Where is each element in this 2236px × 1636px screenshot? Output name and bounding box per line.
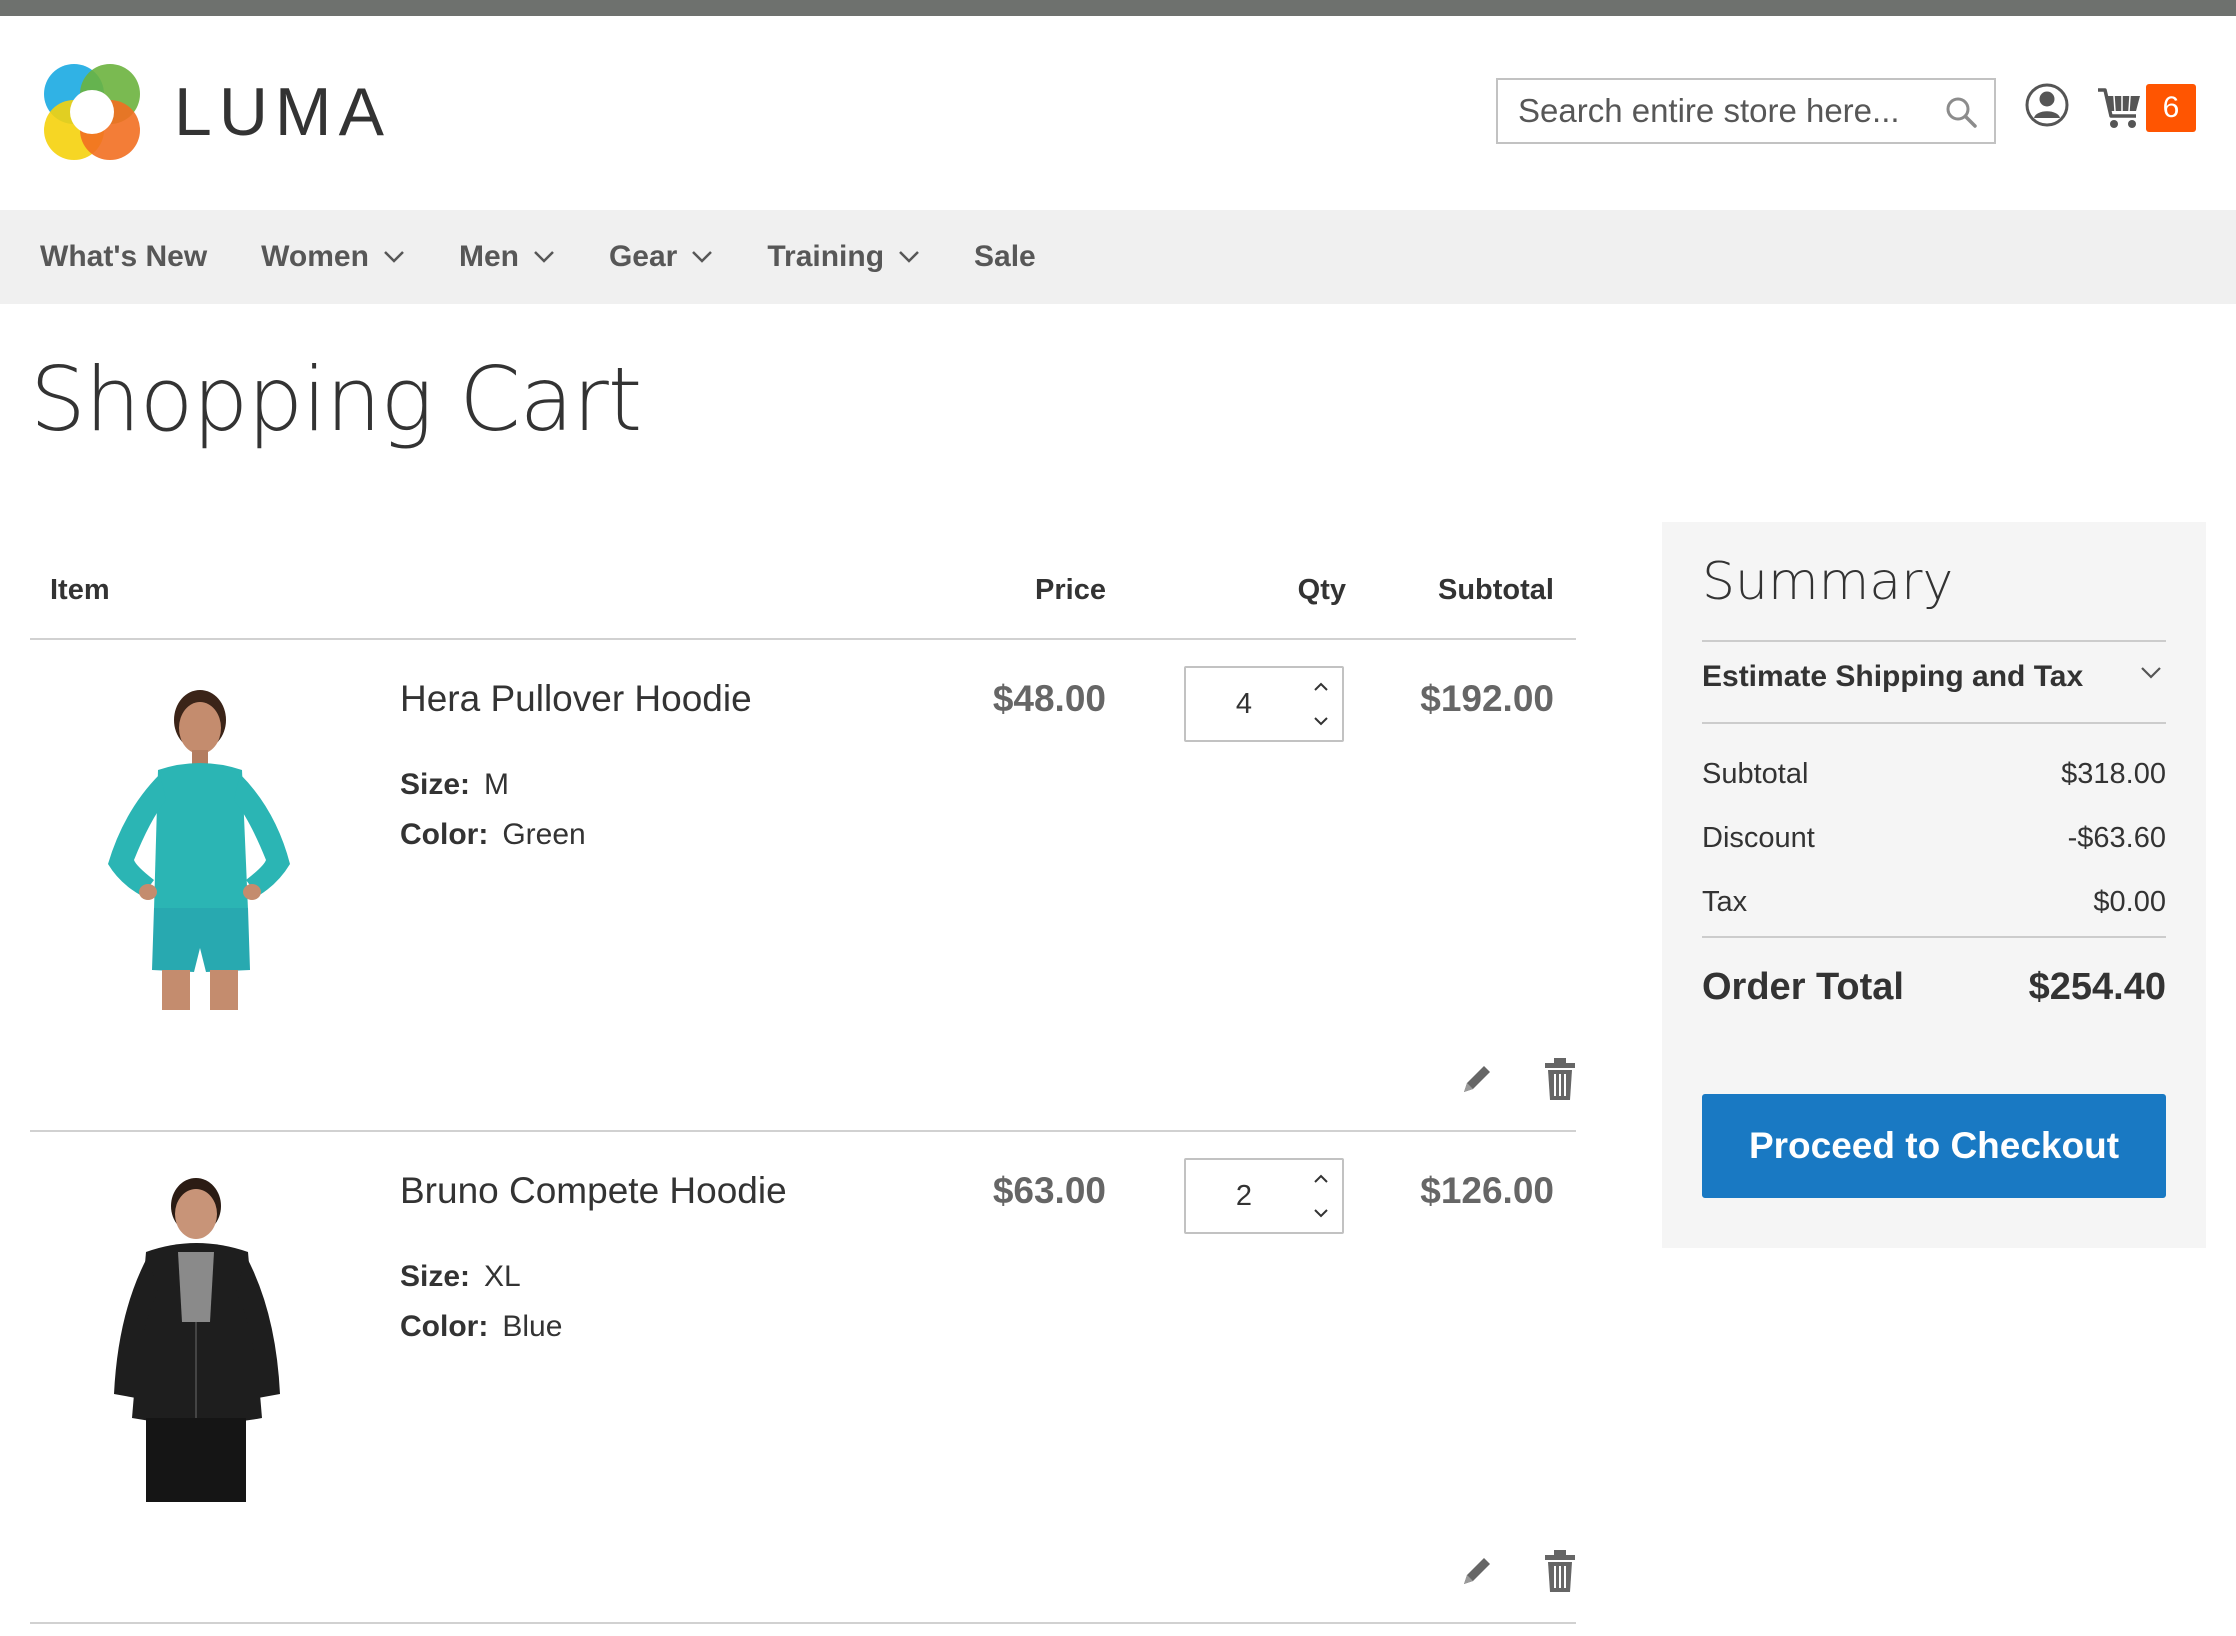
- product-name-link[interactable]: Bruno Compete Hoodie: [400, 1170, 787, 1212]
- cart-item-row: Hera Pullover Hoodie Size: M Color: Green …: [30, 640, 1576, 1132]
- summary-tax-line: Tax $0.00: [1702, 886, 2166, 919]
- estimate-shipping-label: Estimate Shipping and Tax: [1702, 660, 2084, 693]
- estimate-shipping-toggle[interactable]: Estimate Shipping and Tax: [1702, 660, 2166, 694]
- cart-count-badge[interactable]: 6: [2146, 84, 2196, 132]
- cart-icon[interactable]: [2096, 82, 2144, 132]
- item-subtotal: $192.00: [1420, 678, 1554, 719]
- summary-tax-value: $0.00: [2093, 886, 2166, 918]
- nav-item-sale[interactable]: Sale: [974, 240, 1036, 274]
- product-photo-woman-teal-hoodie[interactable]: [62, 680, 322, 1010]
- qty-increment-button[interactable]: [1306, 1164, 1336, 1194]
- divider: [1702, 640, 2166, 642]
- nav-item-label: Gear: [608, 240, 678, 273]
- summary-discount-label: Discount: [1702, 822, 1815, 854]
- nav-item-label: Women: [261, 240, 369, 273]
- product-option-color: Color: Green: [400, 818, 586, 852]
- page-title: Shopping Cart: [30, 348, 642, 451]
- column-header-item: Item: [50, 574, 110, 606]
- product-option-color: Color: Blue: [400, 1310, 562, 1344]
- nav-item-men[interactable]: Men: [459, 240, 555, 274]
- summary-subtotal-value: $318.00: [2061, 758, 2166, 790]
- logo-text: LUMA: [174, 74, 391, 150]
- chevron-down-icon: [2141, 667, 2161, 679]
- nav-item-label: Training: [767, 240, 885, 273]
- edit-pencil-icon[interactable]: [1458, 1060, 1496, 1098]
- nav-item-training[interactable]: Training: [767, 240, 920, 274]
- account-icon[interactable]: [2024, 82, 2070, 128]
- column-header-price: Price: [1035, 574, 1106, 606]
- nav-item-label: What's New: [40, 240, 208, 273]
- order-summary: Summary Estimate Shipping and Tax Subtot…: [1662, 522, 2206, 1248]
- search-icon[interactable]: [1944, 95, 1978, 129]
- nav-item-women[interactable]: Women: [261, 240, 405, 274]
- qty-decrement-button[interactable]: [1306, 1198, 1336, 1228]
- nav-item-whats-new[interactable]: What's New: [40, 240, 207, 274]
- header: LUMA 6: [0, 16, 2236, 210]
- qty-input[interactable]: 2: [1186, 1160, 1302, 1232]
- order-total-line: Order Total $254.40: [1702, 966, 2166, 1009]
- option-label: Color:: [400, 1310, 489, 1343]
- column-header-qty: Qty: [1297, 574, 1346, 606]
- option-value: XL: [484, 1260, 521, 1293]
- option-value: Green: [502, 818, 586, 851]
- qty-increment-button[interactable]: [1306, 672, 1336, 702]
- search-box: [1496, 78, 1996, 144]
- item-price: $48.00: [992, 678, 1106, 719]
- trash-icon[interactable]: [1544, 1550, 1576, 1592]
- edit-pencil-icon[interactable]: [1458, 1552, 1496, 1590]
- option-label: Size:: [400, 1260, 471, 1293]
- summary-subtotal-label: Subtotal: [1702, 758, 1809, 790]
- chevron-down-icon: [384, 251, 404, 263]
- option-value: Blue: [502, 1310, 563, 1343]
- chevron-down-icon: [692, 251, 713, 263]
- summary-title: Summary: [1702, 552, 1954, 612]
- item-price: $63.00: [992, 1170, 1106, 1211]
- qty-stepper: 4: [1184, 666, 1344, 742]
- cart-table-header: Item Price Qty Subtotal: [30, 540, 1576, 640]
- chevron-down-icon: [899, 251, 919, 263]
- item-subtotal: $126.00: [1420, 1170, 1554, 1211]
- nav-item-gear[interactable]: Gear: [609, 240, 713, 274]
- summary-discount-line: Discount -$63.60: [1702, 822, 2166, 855]
- chevron-up-icon: [1314, 682, 1328, 691]
- logo[interactable]: LUMA: [40, 60, 391, 164]
- product-option-size: Size: M: [400, 768, 509, 802]
- chevron-down-icon: [534, 251, 554, 263]
- cart-table: Item Price Qty Subtotal Hera Pullover Ho…: [30, 540, 1576, 1624]
- trash-icon[interactable]: [1544, 1058, 1576, 1100]
- product-name-link[interactable]: Hera Pullover Hoodie: [400, 678, 752, 720]
- option-value: M: [484, 768, 510, 801]
- cart-item-row: Bruno Compete Hoodie Size: XL Color: Blue …: [30, 1132, 1576, 1624]
- chevron-down-icon: [1314, 1209, 1328, 1218]
- divider: [1702, 722, 2166, 724]
- luma-logo-icon: [44, 64, 140, 160]
- option-label: Size:: [400, 768, 471, 801]
- summary-subtotal-line: Subtotal $318.00: [1702, 758, 2166, 791]
- top-strip: [0, 0, 2236, 16]
- summary-tax-label: Tax: [1702, 886, 1748, 918]
- proceed-to-checkout-button[interactable]: Proceed to Checkout: [1702, 1094, 2166, 1198]
- product-photo-man-black-hoodie[interactable]: [62, 1172, 322, 1502]
- nav-item-label: Men: [458, 240, 519, 273]
- order-total-value: $254.40: [2028, 966, 2166, 1008]
- product-option-size: Size: XL: [400, 1260, 521, 1294]
- option-label: Color:: [400, 818, 489, 851]
- column-header-subtotal: Subtotal: [1438, 574, 1554, 606]
- qty-decrement-button[interactable]: [1306, 706, 1336, 736]
- summary-discount-value: -$63.60: [2067, 822, 2166, 854]
- qty-stepper: 2: [1184, 1158, 1344, 1234]
- order-total-label: Order Total: [1702, 966, 1904, 1008]
- qty-input[interactable]: 4: [1186, 668, 1302, 740]
- divider: [1702, 936, 2166, 938]
- search-input[interactable]: [1498, 80, 1918, 142]
- chevron-up-icon: [1314, 1174, 1328, 1183]
- main-navigation: What's New Women Men Gear Training Sale: [0, 210, 2236, 304]
- chevron-down-icon: [1314, 717, 1328, 726]
- nav-item-label: Sale: [974, 240, 1036, 273]
